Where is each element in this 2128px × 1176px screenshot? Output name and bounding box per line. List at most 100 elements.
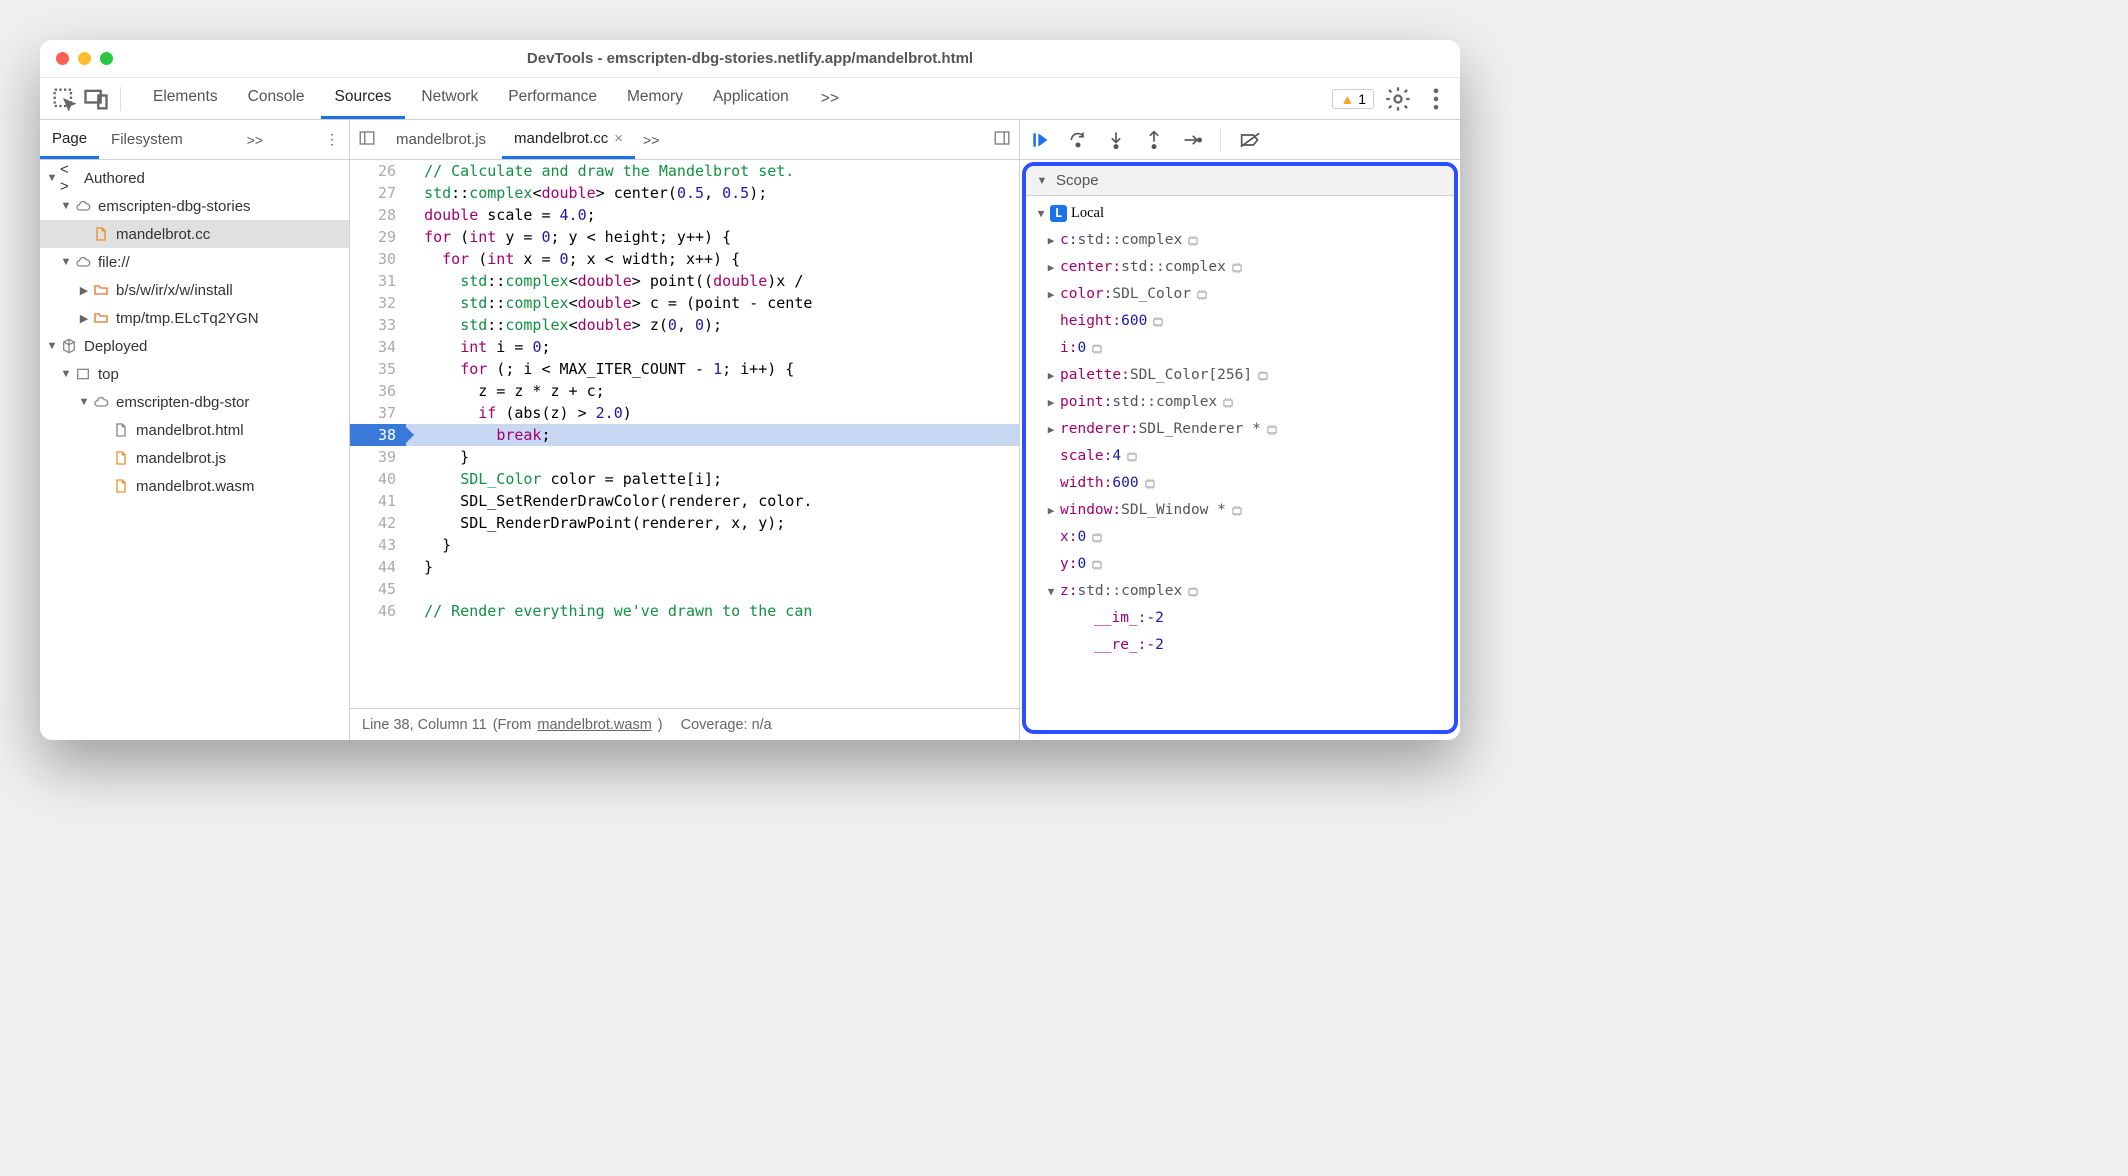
source-map-link[interactable]: mandelbrot.wasm <box>537 717 651 733</box>
code-line[interactable]: 39 } <box>350 446 1019 468</box>
scope-variable[interactable]: x: 0 <box>1026 524 1454 551</box>
scope-variable[interactable]: ▶renderer: SDL_Renderer * <box>1026 416 1454 443</box>
scope-variable[interactable]: ▶point: std::complex <box>1026 389 1454 416</box>
file-tree: ▼< >Authored ▼emscripten-dbg-stories man… <box>40 160 349 740</box>
zoom-window-icon[interactable] <box>100 52 113 65</box>
editor-more-tabs[interactable]: >> <box>643 132 659 148</box>
scope-variable[interactable]: __re_: -2 <box>1026 632 1454 659</box>
scope-variable[interactable]: y: 0 <box>1026 551 1454 578</box>
scope-variable[interactable]: ▶c: std::complex <box>1026 227 1454 254</box>
code-line[interactable]: 38 break; <box>350 424 1019 446</box>
tab-performance[interactable]: Performance <box>494 78 611 119</box>
scope-variable[interactable]: ▶center: std::complex <box>1026 254 1454 281</box>
tree-cloud-deployed[interactable]: ▼emscripten-dbg-stor <box>40 388 349 416</box>
scope-variable[interactable]: width: 600 <box>1026 470 1454 497</box>
folder-icon <box>92 281 110 299</box>
step-over-icon[interactable] <box>1068 130 1088 150</box>
scope-variable[interactable]: ▶palette: SDL_Color[256] <box>1026 362 1454 389</box>
local-badge-icon: L <box>1050 205 1067 222</box>
more-tabs-button[interactable]: >> <box>807 80 853 118</box>
step-out-icon[interactable] <box>1144 130 1164 150</box>
code-line[interactable]: 27 std::complex<double> center(0.5, 0.5)… <box>350 182 1019 204</box>
scope-variable[interactable]: scale: 4 <box>1026 443 1454 470</box>
navigator-kebab-icon[interactable]: ⋮ <box>315 131 349 148</box>
resume-icon[interactable] <box>1030 130 1050 150</box>
code-editor[interactable]: 26 // Calculate and draw the Mandelbrot … <box>350 160 1019 708</box>
step-into-icon[interactable] <box>1106 130 1126 150</box>
tree-section-deployed[interactable]: ▼Deployed <box>40 332 349 360</box>
tab-elements[interactable]: Elements <box>139 78 232 119</box>
code-brackets-icon: < > <box>60 169 78 187</box>
device-toolbar-icon[interactable] <box>82 85 110 113</box>
tab-sources[interactable]: Sources <box>321 78 406 119</box>
toggle-navigator-icon[interactable] <box>358 129 376 150</box>
close-tab-icon[interactable]: × <box>614 130 623 147</box>
file-icon <box>112 421 130 439</box>
tab-network[interactable]: Network <box>407 78 492 119</box>
titlebar: DevTools - emscripten-dbg-stories.netlif… <box>40 40 1460 78</box>
tree-top[interactable]: ▼top <box>40 360 349 388</box>
scope-variable[interactable]: ▼z: std::complex <box>1026 578 1454 605</box>
kebab-menu-icon[interactable] <box>1422 85 1450 113</box>
code-line[interactable]: 44 } <box>350 556 1019 578</box>
settings-gear-icon[interactable] <box>1384 85 1412 113</box>
scope-variable[interactable]: i: 0 <box>1026 335 1454 362</box>
code-line[interactable]: 34 int i = 0; <box>350 336 1019 358</box>
code-line[interactable]: 41 SDL_SetRenderDrawColor(renderer, colo… <box>350 490 1019 512</box>
tree-cloud-domain[interactable]: ▼emscripten-dbg-stories <box>40 192 349 220</box>
code-line[interactable]: 32 std::complex<double> c = (point - cen… <box>350 292 1019 314</box>
tree-file-mandelbrot-js[interactable]: mandelbrot.js <box>40 444 349 472</box>
panel-tabs: ElementsConsoleSourcesNetworkPerformance… <box>139 78 803 119</box>
tree-section-authored[interactable]: ▼< >Authored <box>40 164 349 192</box>
window-controls <box>40 52 113 65</box>
deactivate-breakpoints-icon[interactable] <box>1239 130 1261 150</box>
scope-body: ▼LLocal ▶c: std::complex▶center: std::co… <box>1026 196 1454 730</box>
tab-console[interactable]: Console <box>234 78 319 119</box>
inspect-icon[interactable] <box>50 85 78 113</box>
editor-tabs: mandelbrot.js mandelbrot.cc× >> <box>350 120 1019 160</box>
code-line[interactable]: 26 // Calculate and draw the Mandelbrot … <box>350 160 1019 182</box>
scope-header[interactable]: ▼Scope <box>1026 166 1454 196</box>
scope-variable[interactable]: ▶window: SDL_Window * <box>1026 497 1454 524</box>
tree-file-mandelbrot-html[interactable]: mandelbrot.html <box>40 416 349 444</box>
editor-tab-mandelbrot-js[interactable]: mandelbrot.js <box>384 122 498 157</box>
tree-file-mandelbrot-cc[interactable]: mandelbrot.cc <box>40 220 349 248</box>
tab-memory[interactable]: Memory <box>613 78 697 119</box>
code-line[interactable]: 30 for (int x = 0; x < width; x++) { <box>350 248 1019 270</box>
scope-local-header[interactable]: ▼LLocal <box>1026 200 1454 227</box>
step-icon[interactable] <box>1182 130 1202 150</box>
scope-variable[interactable]: height: 600 <box>1026 308 1454 335</box>
editor-panel: mandelbrot.js mandelbrot.cc× >> 26 // Ca… <box>350 120 1020 740</box>
tab-application[interactable]: Application <box>699 78 803 119</box>
code-line[interactable]: 31 std::complex<double> point((double)x … <box>350 270 1019 292</box>
tab-page[interactable]: Page <box>40 121 99 159</box>
tree-file-mandelbrot-wasm[interactable]: mandelbrot.wasm <box>40 472 349 500</box>
code-line[interactable]: 40 SDL_Color color = palette[i]; <box>350 468 1019 490</box>
code-line[interactable]: 43 } <box>350 534 1019 556</box>
code-line[interactable]: 37 if (abs(z) > 2.0) <box>350 402 1019 424</box>
code-line[interactable]: 46 // Render everything we've drawn to t… <box>350 600 1019 622</box>
code-line[interactable]: 36 z = z * z + c; <box>350 380 1019 402</box>
code-line[interactable]: 45 <box>350 578 1019 600</box>
code-line[interactable]: 35 for (; i < MAX_ITER_COUNT - 1; i++) { <box>350 358 1019 380</box>
code-line[interactable]: 42 SDL_RenderDrawPoint(renderer, x, y); <box>350 512 1019 534</box>
minimize-window-icon[interactable] <box>78 52 91 65</box>
tab-filesystem[interactable]: Filesystem <box>99 122 195 157</box>
cube-icon <box>60 337 78 355</box>
code-line[interactable]: 33 std::complex<double> z(0, 0); <box>350 314 1019 336</box>
tree-folder-tmp[interactable]: ▶tmp/tmp.ELcTq2YGN <box>40 304 349 332</box>
cloud-icon <box>92 393 110 411</box>
editor-statusbar: Line 38, Column 11 (From mandelbrot.wasm… <box>350 708 1019 740</box>
close-window-icon[interactable] <box>56 52 69 65</box>
toggle-debugger-icon[interactable] <box>993 129 1011 150</box>
scope-variable[interactable]: __im_: -2 <box>1026 605 1454 632</box>
tree-folder-install[interactable]: ▶b/s/w/ir/x/w/install <box>40 276 349 304</box>
code-line[interactable]: 29 for (int y = 0; y < height; y++) { <box>350 226 1019 248</box>
code-line[interactable]: 28 double scale = 4.0; <box>350 204 1019 226</box>
editor-tab-mandelbrot-cc[interactable]: mandelbrot.cc× <box>502 121 635 159</box>
scope-variable[interactable]: ▶color: SDL_Color <box>1026 281 1454 308</box>
file-orange-icon <box>112 477 130 495</box>
warnings-badge[interactable]: ▲1 <box>1332 89 1374 109</box>
tree-cloud-file[interactable]: ▼file:// <box>40 248 349 276</box>
navigator-more-button[interactable]: >> <box>237 132 273 148</box>
